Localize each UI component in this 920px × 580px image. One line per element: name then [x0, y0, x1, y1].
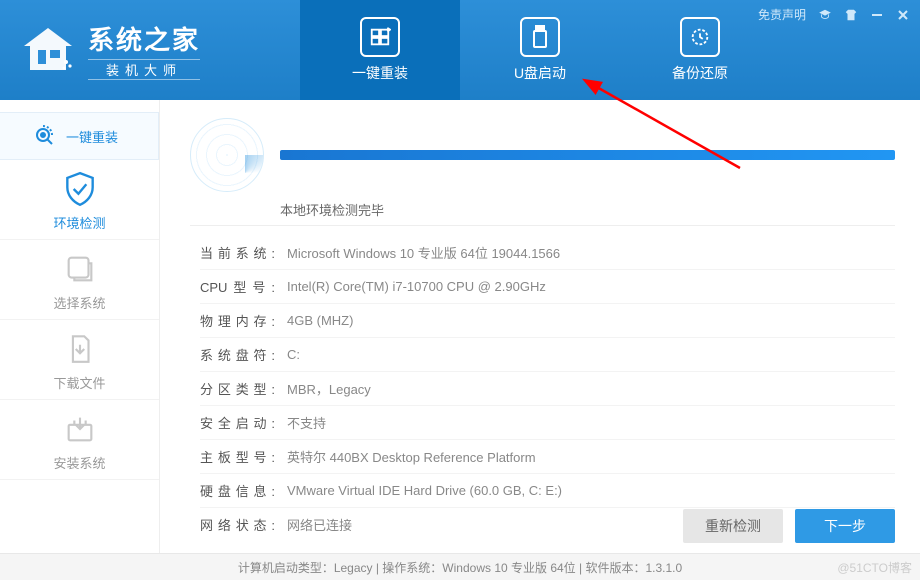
tab-label: U盘启动 — [514, 63, 566, 83]
footer-text: 计算机启动类型：Legacy | 操作系统：Windows 10 专业版 64位… — [238, 559, 682, 576]
system-info-table: 当前系统: Microsoft Windows 10 专业版 64位 19044.… — [200, 236, 895, 541]
logo-area: 系统之家 装机大师 — [0, 20, 300, 80]
status-bar: 计算机启动类型：Legacy | 操作系统：Windows 10 专业版 64位… — [0, 553, 920, 580]
info-key: CPU型号: — [200, 277, 275, 296]
radar-scan-icon — [190, 118, 264, 192]
brand-title: 系统之家 — [88, 20, 200, 57]
info-val: 英特尔 440BX Desktop Reference Platform — [287, 447, 536, 466]
sidebar-label: 下载文件 — [53, 373, 105, 392]
info-val: Microsoft Windows 10 专业版 64位 19044.1566 — [287, 243, 560, 262]
divider — [190, 225, 895, 226]
info-val: 不支持 — [287, 413, 326, 432]
sidebar-label: 选择系统 — [53, 293, 105, 312]
minimize-icon[interactable] — [870, 8, 884, 22]
nav-tabs: 一键重装 U盘启动 备份还原 — [300, 0, 780, 100]
usb-drive-icon — [520, 17, 560, 57]
sidebar-item-one-click[interactable]: 一键重装 — [0, 112, 159, 160]
info-key: 主板型号: — [200, 447, 275, 466]
recheck-button[interactable]: 重新检测 — [683, 509, 783, 543]
main-panel: 本地环境检测完毕 当前系统: Microsoft Windows 10 专业版 6… — [160, 100, 920, 553]
graduation-cap-icon[interactable] — [818, 8, 832, 22]
info-val: 4GB (MHZ) — [287, 313, 353, 328]
tab-one-click-reinstall[interactable]: 一键重装 — [300, 0, 460, 100]
sidebar-label: 环境检测 — [53, 213, 105, 232]
info-key: 安全启动: — [200, 413, 275, 432]
watermark: @51CTO博客 — [837, 559, 912, 576]
tab-backup-restore[interactable]: 备份还原 — [620, 0, 780, 100]
info-key: 物理内存: — [200, 311, 275, 330]
info-key: 分区类型: — [200, 379, 275, 398]
app-header: 系统之家 装机大师 一键重装 U盘启动 备份还原 免责声明 — [0, 0, 920, 100]
sidebar-item-env-check[interactable]: 环境检测 — [0, 160, 159, 240]
info-key: 当前系统: — [200, 243, 275, 262]
info-val: C: — [287, 347, 300, 362]
scan-status-text: 本地环境检测完毕 — [280, 200, 895, 219]
sidebar-label: 安装系统 — [53, 453, 105, 472]
info-key: 系统盘符: — [200, 345, 275, 364]
restore-icon — [680, 17, 720, 57]
info-val: MBR，Legacy — [287, 379, 371, 398]
info-key: 硬盘信息: — [200, 481, 275, 500]
skin-icon[interactable] — [844, 8, 858, 22]
info-key: 网络状态: — [200, 515, 275, 534]
progress-bar — [280, 150, 895, 160]
next-button[interactable]: 下一步 — [795, 509, 895, 543]
sidebar: 一键重装 环境检测 选择系统 下载文件 安装系统 — [0, 100, 160, 553]
sidebar-label: 一键重装 — [66, 127, 118, 146]
sidebar-item-install[interactable]: 安装系统 — [0, 400, 159, 480]
tab-label: 备份还原 — [672, 63, 728, 83]
info-val: 网络已连接 — [287, 515, 352, 534]
tab-usb-boot[interactable]: U盘启动 — [460, 0, 620, 100]
close-icon[interactable] — [896, 8, 910, 22]
disclaimer-link[interactable]: 免责声明 — [758, 6, 806, 23]
info-val: Intel(R) Core(TM) i7-10700 CPU @ 2.90GHz — [287, 279, 546, 294]
windows-refresh-icon — [360, 17, 400, 57]
house-logo-icon — [20, 22, 76, 78]
tab-label: 一键重装 — [352, 63, 408, 83]
info-val: VMware Virtual IDE Hard Drive (60.0 GB, … — [287, 483, 562, 498]
sidebar-item-select-system[interactable]: 选择系统 — [0, 240, 159, 320]
brand-subtitle: 装机大师 — [88, 59, 200, 80]
title-bar: 免责声明 — [758, 6, 910, 23]
sidebar-item-download[interactable]: 下载文件 — [0, 320, 159, 400]
